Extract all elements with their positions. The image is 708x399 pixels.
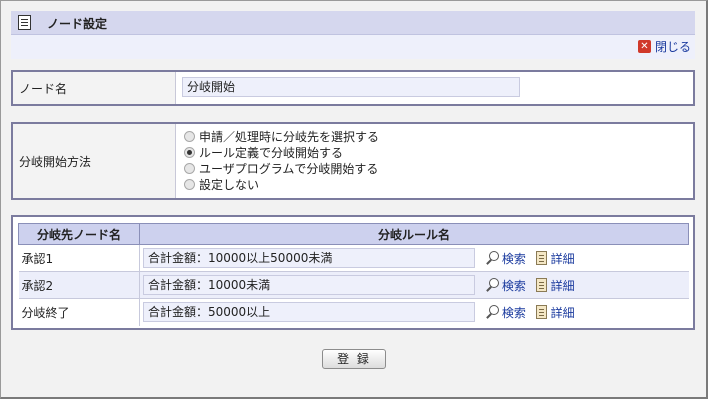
branch-option-none[interactable]: 設定しない bbox=[184, 176, 379, 192]
branch-method-section: 分岐開始方法 申請／処理時に分岐先を選択する ルール定義で分岐開始する ユーザプ… bbox=[11, 122, 695, 200]
column-header-rule-name: 分岐ルール名 bbox=[139, 223, 689, 245]
clipboard-icon bbox=[535, 251, 547, 265]
search-link[interactable]: 検索 bbox=[485, 250, 526, 267]
branch-option-user-program[interactable]: ユーザプログラムで分岐開始する bbox=[184, 160, 379, 176]
search-icon bbox=[485, 305, 499, 319]
dialog-toolbar: ✕ 閉じる bbox=[11, 35, 695, 59]
search-link[interactable]: 検索 bbox=[485, 277, 526, 294]
register-button[interactable]: 登 録 bbox=[322, 349, 386, 369]
target-node-cell: 承認1 bbox=[18, 244, 140, 272]
radio-label: ルール定義で分岐開始する bbox=[199, 145, 344, 160]
table-row: 承認1 合計金額：10000以上50000未満 検索 詳細 bbox=[18, 244, 689, 272]
branch-rules-section: 分岐先ノード名 分岐ルール名 承認1 合計金額：10000以上50000未満 検… bbox=[11, 215, 695, 330]
branch-method-options: 申請／処理時に分岐先を選択する ルール定義で分岐開始する ユーザプログラムで分岐… bbox=[184, 128, 379, 192]
target-node-cell: 分岐終了 bbox=[18, 298, 140, 326]
dialog-title: ノード設定 bbox=[47, 17, 108, 31]
search-link[interactable]: 検索 bbox=[485, 304, 526, 321]
column-header-target-node: 分岐先ノード名 bbox=[18, 223, 140, 245]
detail-label: 詳細 bbox=[550, 251, 575, 266]
radio-button-selected[interactable] bbox=[184, 146, 195, 158]
branch-method-label: 分岐開始方法 bbox=[13, 124, 176, 198]
search-icon bbox=[485, 251, 499, 265]
radio-button[interactable] bbox=[184, 162, 195, 174]
close-label: 閉じる bbox=[654, 39, 691, 54]
search-icon bbox=[485, 278, 499, 292]
document-icon bbox=[18, 15, 31, 30]
detail-link[interactable]: 詳細 bbox=[535, 304, 575, 321]
detail-link[interactable]: 詳細 bbox=[535, 277, 575, 294]
rule-name-input[interactable]: 合計金額：50000以上 bbox=[143, 302, 475, 323]
table-row: 承認2 合計金額：10000未満 検索 詳細 bbox=[18, 271, 689, 299]
branch-option-select-on-apply[interactable]: 申請／処理時に分岐先を選択する bbox=[184, 128, 379, 144]
detail-label: 詳細 bbox=[550, 305, 575, 320]
target-node-cell: 承認2 bbox=[18, 271, 140, 299]
dialog-titlebar: ノード設定 bbox=[11, 11, 695, 35]
rule-name-input[interactable]: 合計金額：10000以上50000未満 bbox=[143, 248, 475, 268]
branch-option-rule-definition[interactable]: ルール定義で分岐開始する bbox=[184, 144, 379, 160]
radio-button[interactable] bbox=[184, 178, 195, 190]
table-row: 分岐終了 合計金額：50000以上 検索 詳細 bbox=[18, 298, 689, 326]
close-button[interactable]: ✕ 閉じる bbox=[637, 38, 691, 54]
clipboard-icon bbox=[535, 305, 547, 320]
radio-label: ユーザプログラムで分岐開始する bbox=[199, 161, 379, 176]
clipboard-icon bbox=[535, 278, 547, 292]
search-label: 検索 bbox=[501, 251, 526, 266]
detail-label: 詳細 bbox=[550, 278, 575, 293]
search-label: 検索 bbox=[501, 305, 526, 320]
rule-name-input[interactable]: 合計金額：10000未満 bbox=[143, 275, 475, 295]
detail-link[interactable]: 詳細 bbox=[535, 250, 575, 267]
node-name-label: ノード名 bbox=[13, 72, 176, 104]
close-icon: ✕ bbox=[637, 39, 651, 53]
radio-label: 申請／処理時に分岐先を選択する bbox=[199, 129, 380, 144]
radio-button[interactable] bbox=[184, 130, 195, 142]
branch-rules-table: 分岐先ノード名 分岐ルール名 承認1 合計金額：10000以上50000未満 検… bbox=[18, 223, 689, 326]
node-name-input[interactable]: 分岐開始 bbox=[182, 77, 520, 97]
node-name-section: ノード名 分岐開始 bbox=[11, 70, 695, 106]
search-label: 検索 bbox=[501, 278, 526, 293]
radio-label: 設定しない bbox=[199, 177, 260, 192]
dialog-window: ノード設定 ✕ 閉じる ノード名 分岐開始 分岐開始方法 申請／処理時に分岐先を… bbox=[0, 0, 708, 399]
